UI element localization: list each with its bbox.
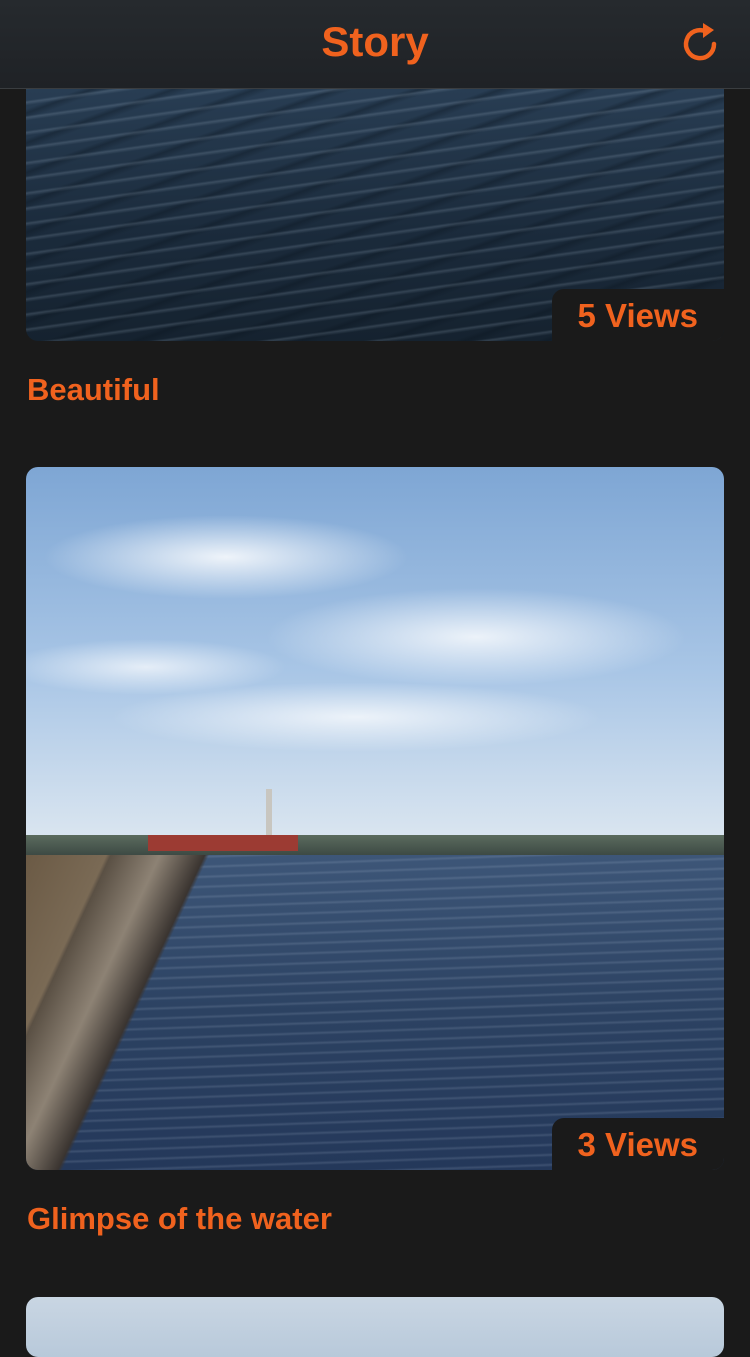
story-image[interactable]: 3 Views <box>26 467 724 1170</box>
refresh-button[interactable] <box>676 20 724 68</box>
story-feed[interactable]: 5 Views Beautiful 3 Views Glimpse of the… <box>0 0 750 1357</box>
story-image[interactable] <box>26 1297 724 1357</box>
navigation-bar: Story <box>0 0 750 89</box>
distant-shore <box>26 835 724 855</box>
views-badge: 5 Views <box>551 289 724 341</box>
smokestack <box>266 789 272 839</box>
story-image[interactable]: 5 Views <box>26 60 724 341</box>
cargo-ship <box>148 835 298 851</box>
sky-area <box>26 467 724 842</box>
story-caption[interactable]: Glimpse of the water <box>27 1201 332 1237</box>
refresh-icon <box>683 23 717 61</box>
views-badge: 3 Views <box>551 1118 724 1170</box>
pier-walkway <box>26 855 326 1170</box>
page-title: Story <box>321 18 429 65</box>
story-caption[interactable]: Beautiful <box>27 372 160 408</box>
